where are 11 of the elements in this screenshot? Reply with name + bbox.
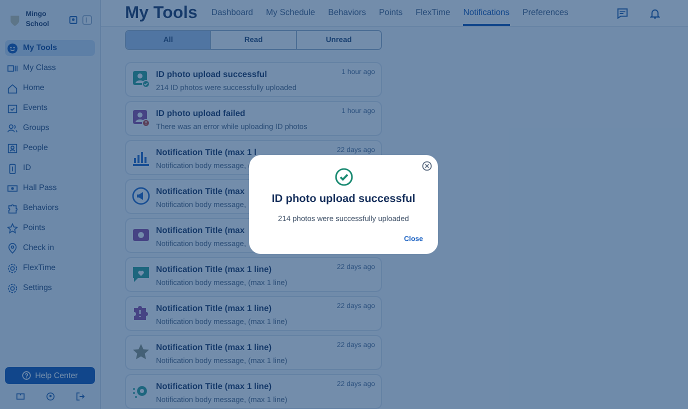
- notification-title: Notification Title (max 1 l: [156, 146, 256, 159]
- page-title: My Tools: [125, 2, 198, 24]
- notification-title: Notification Title (max 1 line): [156, 341, 273, 354]
- notification-title: Notification Title (max: [156, 224, 246, 237]
- notification-title: Notification Title (max 1 line): [156, 380, 273, 393]
- dialog-title: ID photo upload successful: [272, 192, 416, 207]
- notification-title: Notification Title (max: [156, 185, 246, 198]
- notification-title: Notification Title (max 1 line): [156, 302, 273, 315]
- notification-title: Notification Title (max 1 line): [156, 263, 273, 276]
- notification-title: ID photo upload failed: [156, 107, 246, 120]
- notification-title: ID photo upload successful: [156, 68, 268, 81]
